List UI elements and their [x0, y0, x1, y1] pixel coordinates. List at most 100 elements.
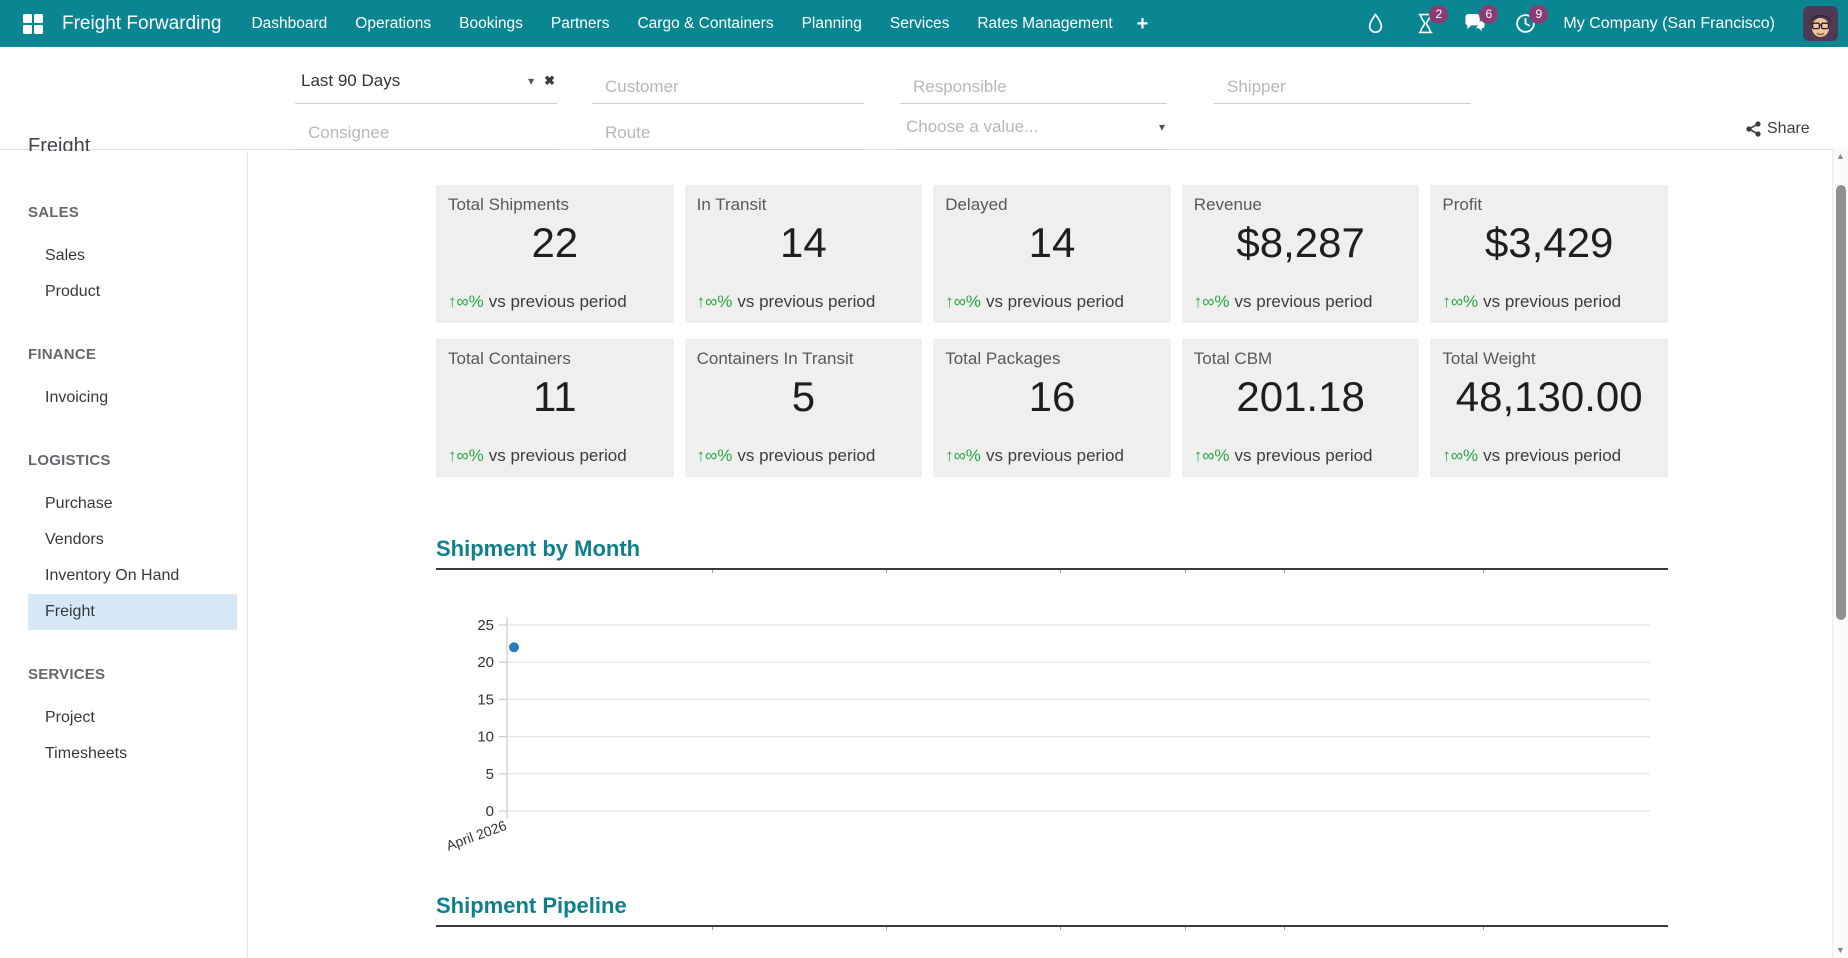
chevron-down-icon[interactable]: ▾	[528, 74, 534, 88]
svg-text:5: 5	[486, 766, 494, 783]
dashboard-content: Total Shipments 22 ↑∞%vs previous period…	[249, 151, 1848, 958]
kpi-card-total-packages: Total Packages 16 ↑∞%vs previous period	[933, 339, 1171, 477]
messages-icon[interactable]: 6	[1463, 12, 1487, 36]
trend-up-icon: ↑∞%	[448, 446, 484, 465]
sidebar-item-inventory-on-hand[interactable]: Inventory On Hand	[0, 558, 247, 594]
section-divider	[436, 925, 1668, 927]
droplet-icon[interactable]	[1363, 12, 1387, 36]
droplet-glyph	[1367, 13, 1384, 34]
trend-up-icon: ↑∞%	[945, 446, 981, 465]
trend-text: vs previous period	[986, 292, 1124, 311]
activity-clock-icon[interactable]: 9	[1513, 12, 1537, 36]
nav-item-planning[interactable]: Planning	[802, 15, 862, 33]
nav-item-bookings[interactable]: Bookings	[459, 15, 523, 33]
svg-text:15: 15	[477, 691, 494, 708]
trend-up-icon: ↑∞%	[697, 292, 733, 311]
scrollbar-thumb[interactable]	[1836, 185, 1846, 620]
date-range-value[interactable]: Last 90 Days	[301, 71, 528, 91]
nav-item-operations[interactable]: Operations	[355, 15, 431, 33]
trend-up-icon: ↑∞%	[1442, 446, 1478, 465]
kpi-trend: ↑∞%vs previous period	[448, 292, 662, 312]
nav-item-cargo-containers[interactable]: Cargo & Containers	[637, 15, 773, 33]
kpi-trend: ↑∞%vs previous period	[1442, 446, 1656, 466]
svg-text:0: 0	[486, 803, 494, 820]
kpi-value: 11	[448, 373, 662, 421]
date-range-filter[interactable]: Last 90 Days ▾ ✖	[295, 70, 557, 104]
kpi-value: 16	[945, 373, 1159, 421]
kpi-card-profit: Profit $3,429 ↑∞%vs previous period	[1430, 185, 1668, 323]
svg-text:25: 25	[477, 617, 494, 634]
sidebar-item-timesheets[interactable]: Timesheets	[0, 736, 247, 772]
sidebar-item-freight[interactable]: Freight	[28, 594, 237, 630]
consignee-filter	[295, 116, 557, 150]
sidebar-section-title: FINANCE	[0, 346, 247, 366]
sidebar-item-vendors[interactable]: Vendors	[0, 522, 247, 558]
trend-text: vs previous period	[489, 292, 627, 311]
sidebar-item-sales[interactable]: Sales	[0, 238, 247, 274]
nav-item-dashboard[interactable]: Dashboard	[251, 15, 327, 33]
chevron-down-icon[interactable]: ▾	[1159, 120, 1165, 134]
kpi-card-revenue: Revenue $8,287 ↑∞%vs previous period	[1182, 185, 1420, 323]
hourglass-icon[interactable]: 2	[1413, 12, 1437, 36]
scroll-up-arrow-icon[interactable]: ▲	[1833, 148, 1848, 164]
kpi-value: 48,130.00	[1442, 373, 1656, 421]
sidebar-item-product[interactable]: Product	[0, 274, 247, 310]
kpi-card-containers-in-transit: Containers In Transit 5 ↑∞%vs previous p…	[685, 339, 923, 477]
vertical-scrollbar[interactable]: ▲ ▼	[1832, 148, 1848, 958]
activity-badge: 9	[1529, 5, 1548, 24]
route-input[interactable]	[592, 116, 864, 149]
sidebar-section-title: SERVICES	[0, 666, 247, 686]
customer-input[interactable]	[592, 70, 864, 103]
nav-item-services[interactable]: Services	[890, 15, 949, 33]
app-brand-title[interactable]: Freight Forwarding	[62, 13, 221, 35]
nav-item-partners[interactable]: Partners	[551, 15, 610, 33]
nav-item-rates-management[interactable]: Rates Management	[977, 15, 1112, 33]
trend-text: vs previous period	[1235, 446, 1373, 465]
share-label: Share	[1767, 120, 1810, 138]
kpi-label: Total Containers	[448, 349, 662, 369]
kpi-trend: ↑∞%vs previous period	[1442, 292, 1656, 312]
shipper-input[interactable]	[1214, 70, 1471, 103]
user-avatar[interactable]	[1803, 6, 1838, 41]
messages-badge: 6	[1479, 5, 1498, 24]
sidebar-item-purchase[interactable]: Purchase	[0, 486, 247, 522]
customer-filter	[592, 70, 864, 104]
kpi-value: 5	[697, 373, 911, 421]
kpi-trend: ↑∞%vs previous period	[448, 446, 662, 466]
kpi-card-total-shipments: Total Shipments 22 ↑∞%vs previous period	[436, 185, 674, 323]
plus-icon[interactable]: +	[1137, 14, 1149, 34]
kpi-label: Total Weight	[1442, 349, 1656, 369]
hourglass-badge: 2	[1429, 5, 1448, 24]
shipment-by-month-chart: 0510152025April 2026	[436, 590, 1668, 867]
trend-text: vs previous period	[737, 446, 875, 465]
choose-value-select[interactable]: Choose a value... ▾	[900, 116, 1167, 150]
navbar-systray: 2 6 9 My Company (San Francisco)	[1363, 6, 1838, 41]
sidebar-section-services: SERVICES Project Timesheets	[0, 666, 247, 772]
kpi-trend: ↑∞%vs previous period	[1194, 292, 1408, 312]
section-divider	[436, 568, 1668, 570]
scroll-down-arrow-icon[interactable]: ▼	[1833, 942, 1848, 958]
kpi-trend: ↑∞%vs previous period	[1194, 446, 1408, 466]
kpi-label: In Transit	[697, 195, 911, 215]
trend-text: vs previous period	[986, 446, 1124, 465]
responsible-input[interactable]	[900, 70, 1167, 103]
choose-value-placeholder: Choose a value...	[906, 117, 1159, 137]
sidebar-item-project[interactable]: Project	[0, 700, 247, 736]
kpi-card-in-transit: In Transit 14 ↑∞%vs previous period	[685, 185, 923, 323]
sidebar-item-invoicing[interactable]: Invoicing	[0, 380, 247, 416]
apps-grid-icon[interactable]	[18, 9, 48, 39]
sidebar-section-logistics: LOGISTICS Purchase Vendors Inventory On …	[0, 452, 247, 630]
trend-text: vs previous period	[1235, 292, 1373, 311]
share-icon	[1746, 121, 1761, 137]
sidebar-section-finance: FINANCE Invoicing	[0, 346, 247, 416]
sidebar-section-title: SALES	[0, 204, 247, 224]
kpi-label: Revenue	[1194, 195, 1408, 215]
company-switcher[interactable]: My Company (San Francisco)	[1563, 15, 1775, 33]
kpi-grid: Total Shipments 22 ↑∞%vs previous period…	[436, 185, 1668, 477]
clear-filter-icon[interactable]: ✖	[544, 73, 555, 89]
share-button[interactable]: Share	[1746, 120, 1810, 138]
shipper-filter	[1214, 70, 1471, 104]
consignee-input[interactable]	[295, 116, 557, 149]
kpi-trend: ↑∞%vs previous period	[697, 446, 911, 466]
trend-up-icon: ↑∞%	[945, 292, 981, 311]
